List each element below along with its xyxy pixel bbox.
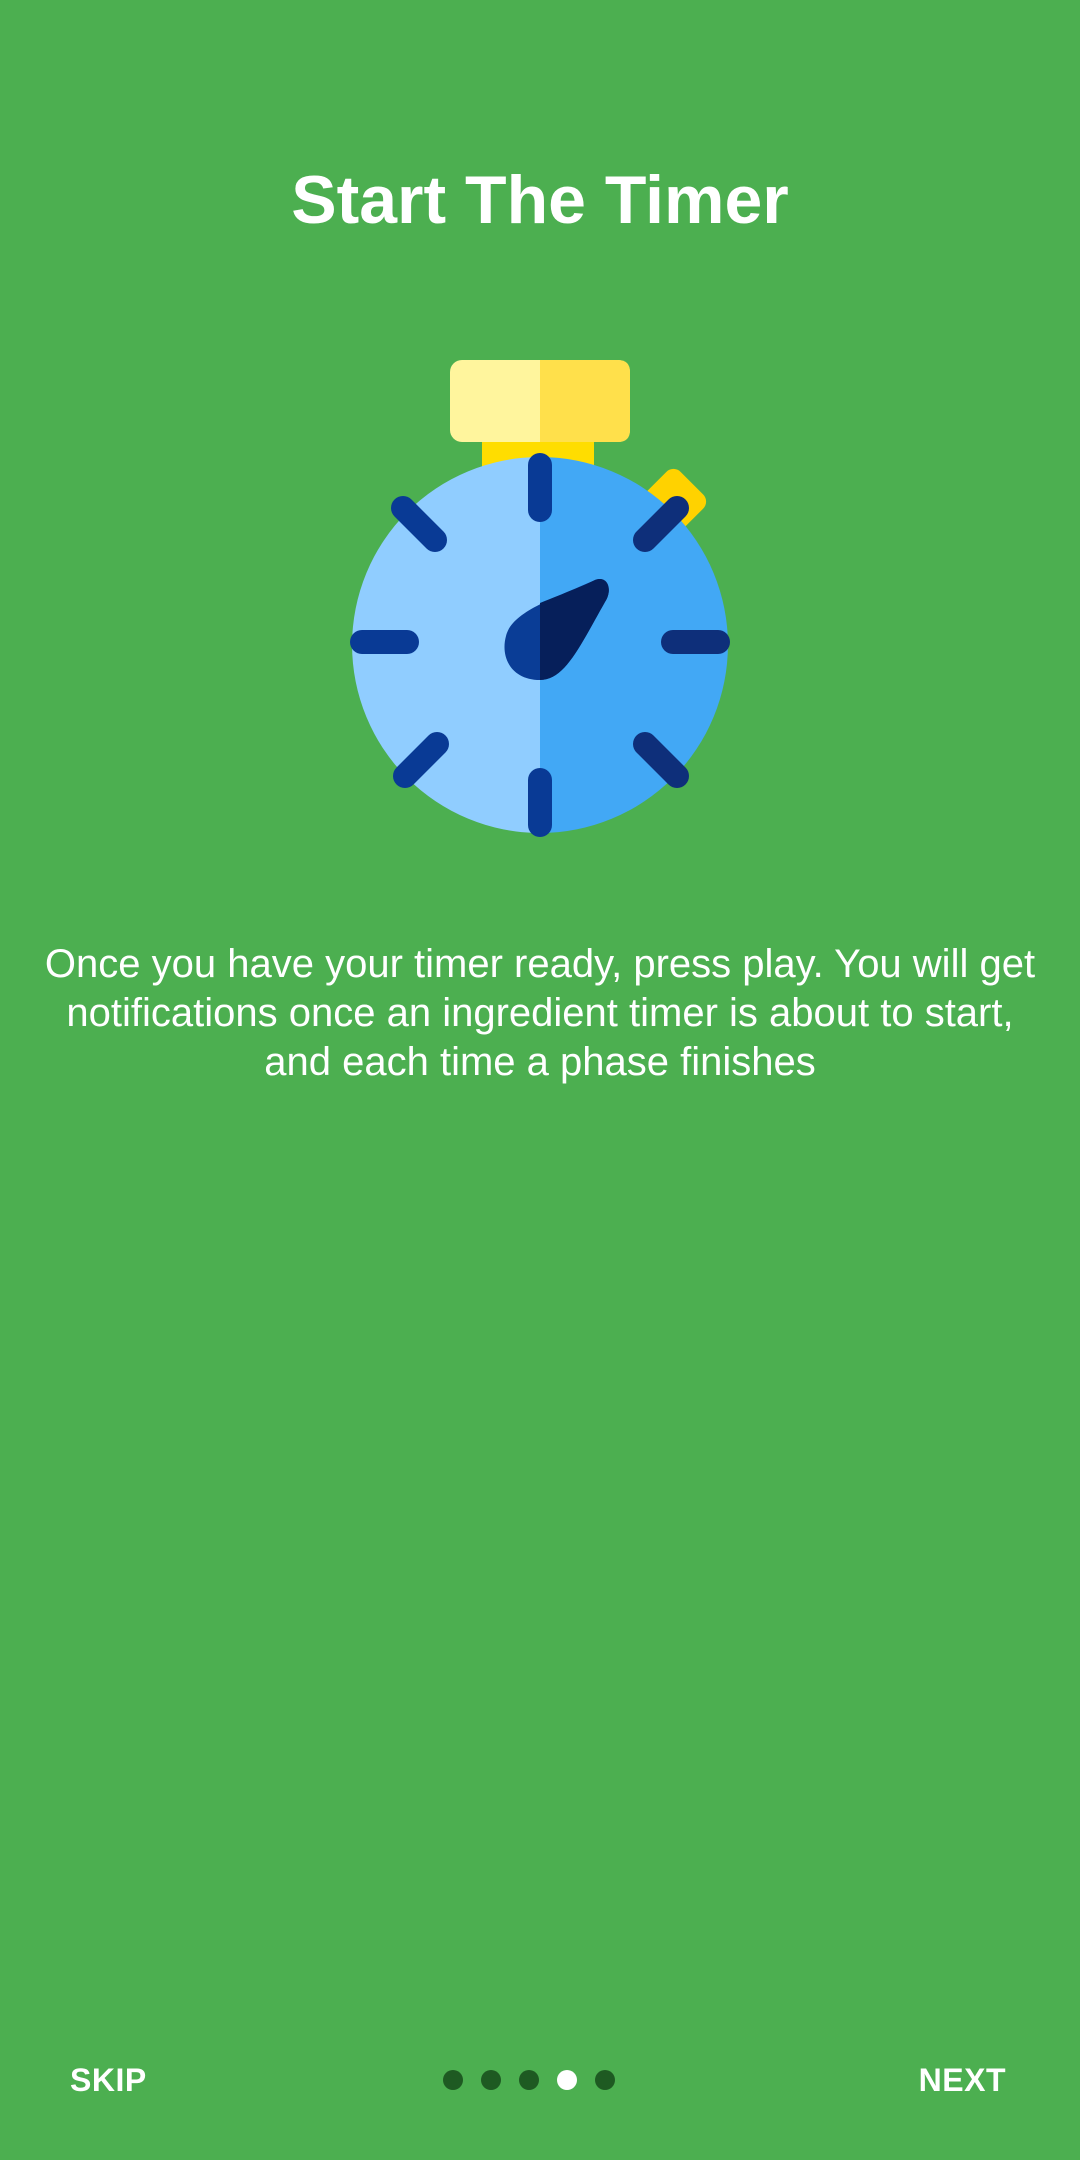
onboarding-description: Once you have your timer ready, press pl… — [44, 942, 1036, 1084]
page-indicator-dot-active — [557, 2070, 577, 2090]
stopwatch-illustration — [340, 350, 740, 840]
page-indicator-dot — [481, 2070, 501, 2090]
skip-button[interactable]: SKIP — [40, 2040, 177, 2120]
onboarding-screen: Start The Timer Once you have your timer… — [0, 0, 1080, 2160]
page-indicator-dot — [595, 2070, 615, 2090]
stopwatch-icon — [350, 360, 730, 837]
page-indicator — [440, 2040, 640, 2120]
next-button[interactable]: NEXT — [889, 2040, 1036, 2120]
page-title: Start The Timer — [291, 162, 789, 238]
page-indicator-dot — [519, 2070, 539, 2090]
page-indicator-dot — [443, 2070, 463, 2090]
onboarding-navigation: SKIP NEXT — [0, 2040, 1080, 2120]
